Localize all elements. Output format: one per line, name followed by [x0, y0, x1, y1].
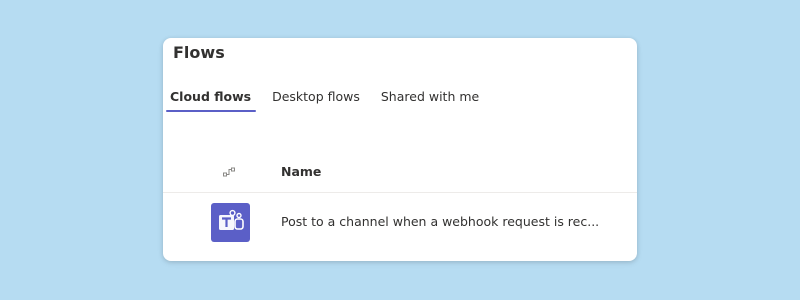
tab-desktop-flows[interactable]: Desktop flows — [262, 88, 371, 114]
flows-card: Flows Cloud flows Desktop flows Shared w… — [163, 38, 637, 261]
tab-shared-with-me[interactable]: Shared with me — [371, 88, 490, 114]
teams-icon — [211, 203, 250, 242]
tab-bar: Cloud flows Desktop flows Shared with me — [166, 88, 490, 114]
flow-name-link[interactable]: Post to a channel when a webhook request… — [281, 214, 599, 229]
table-header: Name — [163, 154, 637, 193]
page-title: Flows — [173, 43, 225, 62]
tab-label: Cloud flows — [170, 89, 252, 104]
active-tab-indicator — [166, 110, 257, 112]
tab-label: Shared with me — [380, 89, 480, 104]
tab-cloud-flows[interactable]: Cloud flows — [166, 88, 262, 114]
table-row[interactable]: Post to a channel when a webhook request… — [163, 193, 637, 253]
flow-type-icon — [223, 167, 235, 177]
column-header-name[interactable]: Name — [281, 164, 321, 179]
tab-label: Desktop flows — [272, 89, 360, 104]
